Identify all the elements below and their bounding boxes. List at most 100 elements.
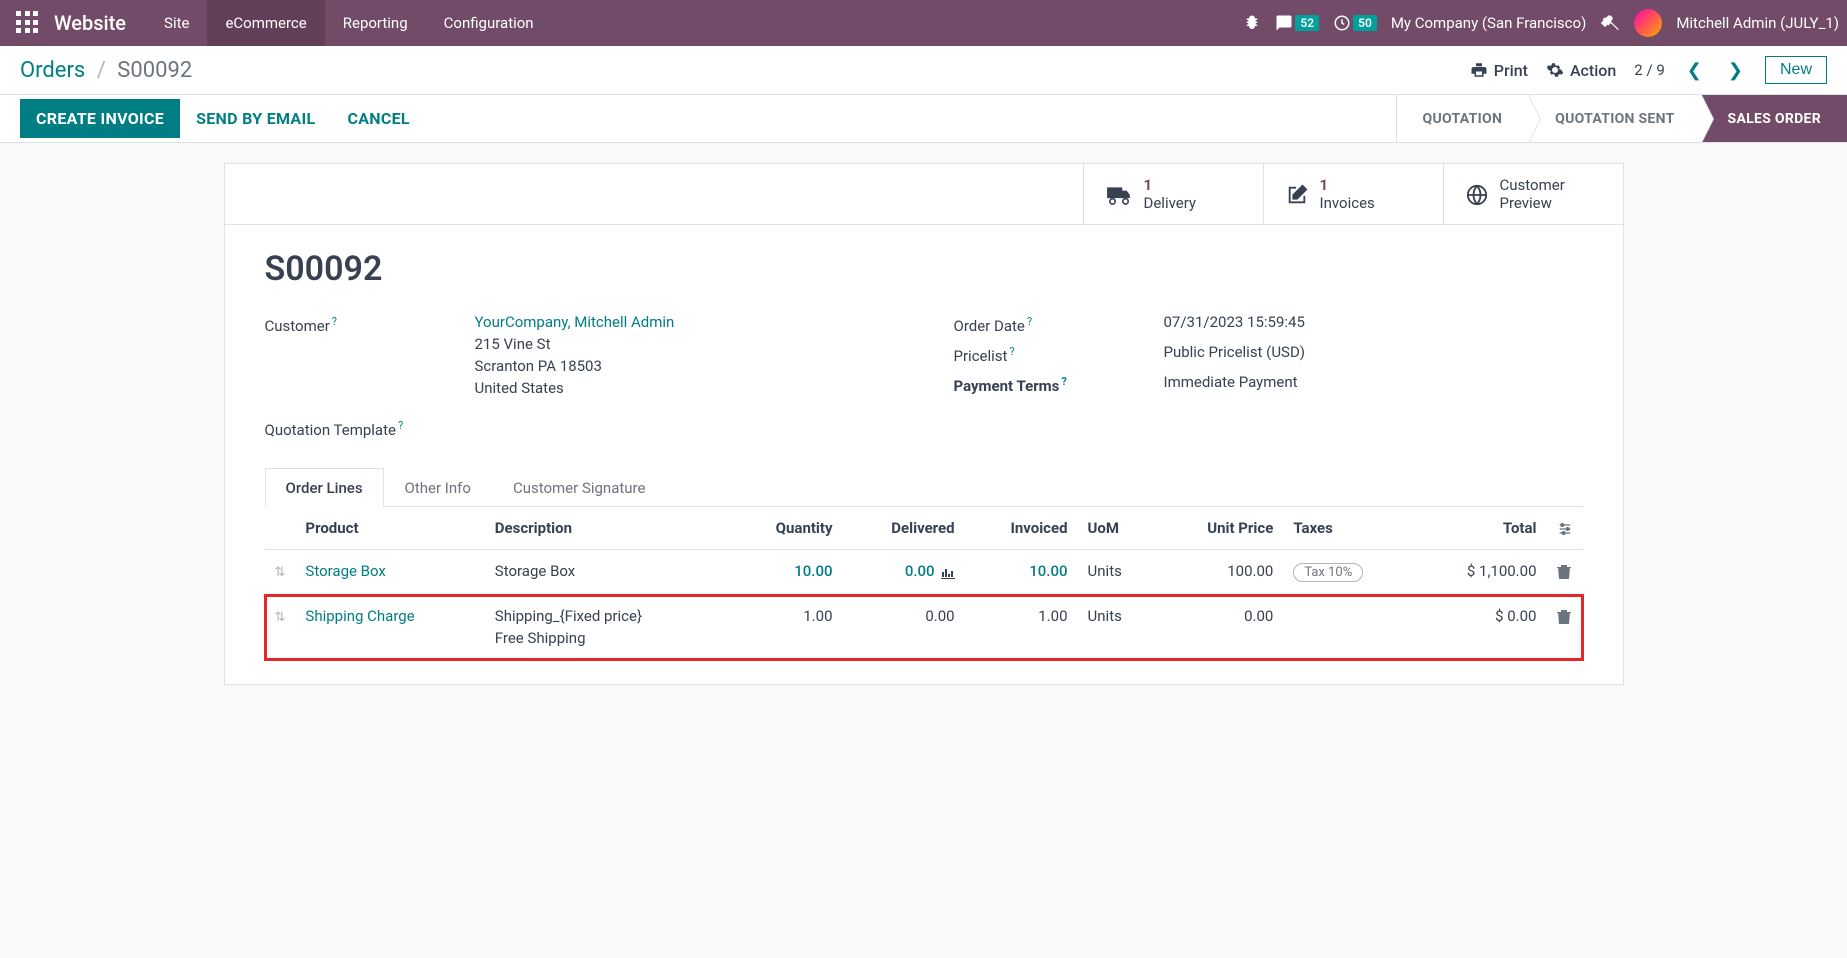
status-step-sales-order[interactable]: SALES ORDER (1701, 95, 1847, 142)
tools-icon[interactable] (1600, 13, 1620, 33)
globe-icon (1466, 182, 1488, 207)
order-date-label: Order Date? (954, 313, 1164, 335)
line-delivered[interactable]: 0.00 (843, 595, 965, 660)
help-icon[interactable]: ? (398, 419, 403, 432)
line-delivered[interactable]: 0.00 (843, 550, 965, 595)
col-product[interactable]: Product (295, 507, 484, 550)
apps-icon[interactable] (16, 11, 40, 35)
help-icon[interactable]: ? (332, 315, 337, 328)
messages-icon[interactable]: 52 (1275, 14, 1319, 32)
nav-item-ecommerce[interactable]: eCommerce (207, 0, 324, 46)
breadcrumb-root[interactable]: Orders (20, 58, 85, 83)
stat-delivery[interactable]: 1 Delivery (1083, 164, 1263, 224)
line-total: $ 0.00 (1415, 595, 1546, 660)
col-total[interactable]: Total (1415, 507, 1546, 550)
customer-addr3: United States (475, 379, 675, 397)
customer-name[interactable]: YourCompany, Mitchell Admin (475, 313, 675, 331)
options-icon[interactable] (1557, 519, 1573, 537)
pager-prev[interactable]: ❮ (1683, 60, 1706, 81)
line-invoiced[interactable]: 10.00 (965, 550, 1078, 595)
col-unit-price[interactable]: Unit Price (1157, 507, 1283, 550)
stat-invoices[interactable]: 1 Invoices (1263, 164, 1443, 224)
quotation-template-label: Quotation Template? (265, 417, 475, 439)
top-navbar: Website SiteeCommerceReportingConfigurat… (0, 0, 1847, 46)
col-uom[interactable]: UoM (1078, 507, 1158, 550)
col-invoiced[interactable]: Invoiced (965, 507, 1078, 550)
pricelist-value[interactable]: Public Pricelist (USD) (1164, 343, 1306, 361)
nav-item-configuration[interactable]: Configuration (426, 0, 552, 46)
line-description-sub: Free Shipping (495, 629, 720, 647)
order-line-row[interactable]: ⇅Storage BoxStorage Box10.000.0010.00Uni… (265, 550, 1583, 595)
record-sheet: 1 Delivery 1 Invoices Customer Preview (224, 163, 1624, 685)
pricelist-label: Pricelist? (954, 343, 1164, 365)
cancel-button[interactable]: CANCEL (331, 99, 425, 138)
customer-addr1: 215 Vine St (475, 335, 675, 353)
edit-icon (1286, 182, 1308, 207)
drag-handle-icon[interactable]: ⇅ (275, 610, 286, 625)
line-product[interactable]: Shipping Charge (295, 595, 484, 660)
customer-label: Customer? (265, 313, 475, 335)
send-email-button[interactable]: SEND BY EMAIL (180, 99, 331, 138)
line-taxes[interactable]: Tax 10% (1283, 550, 1415, 595)
line-description[interactable]: Shipping_{Fixed price}Free Shipping (485, 595, 730, 660)
line-uom[interactable]: Units (1078, 550, 1158, 595)
debug-icon[interactable] (1243, 14, 1261, 32)
tabs: Order LinesOther InfoCustomer Signature (265, 467, 1583, 507)
line-taxes[interactable] (1283, 595, 1415, 660)
line-description[interactable]: Storage Box (485, 550, 730, 595)
chart-icon[interactable] (941, 565, 955, 580)
order-date-value[interactable]: 07/31/2023 15:59:45 (1164, 313, 1305, 331)
action-label: Action (1570, 61, 1616, 80)
action-button[interactable]: Action (1546, 61, 1616, 80)
line-product[interactable]: Storage Box (295, 550, 484, 595)
activities-badge: 50 (1353, 15, 1377, 31)
print-icon (1470, 61, 1488, 79)
tab-customer-signature[interactable]: Customer Signature (492, 468, 667, 507)
col-taxes[interactable]: Taxes (1283, 507, 1415, 550)
breadcrumb: Orders / S00092 (20, 58, 192, 83)
trash-icon[interactable] (1557, 562, 1571, 580)
activities-icon[interactable]: 50 (1333, 14, 1377, 32)
tab-other-info[interactable]: Other Info (384, 468, 492, 507)
help-icon[interactable]: ? (1027, 315, 1032, 328)
line-unit-price[interactable]: 100.00 (1157, 550, 1283, 595)
help-icon[interactable]: ? (1061, 375, 1066, 388)
col-delivered[interactable]: Delivered (843, 507, 965, 550)
gear-icon (1546, 61, 1564, 79)
tab-order-lines[interactable]: Order Lines (265, 468, 384, 507)
stat-customer-preview[interactable]: Customer Preview (1443, 164, 1623, 224)
company-selector[interactable]: My Company (San Francisco) (1391, 14, 1586, 32)
status-step-quotation[interactable]: QUOTATION (1396, 95, 1529, 142)
delivery-label: Delivery (1144, 194, 1197, 212)
status-step-quotation-sent[interactable]: QUOTATION SENT (1528, 95, 1700, 142)
line-quantity[interactable]: 1.00 (730, 595, 843, 660)
line-invoiced[interactable]: 1.00 (965, 595, 1078, 660)
truck-icon (1106, 182, 1132, 206)
line-quantity[interactable]: 10.00 (730, 550, 843, 595)
pager-next[interactable]: ❯ (1724, 60, 1747, 81)
help-icon[interactable]: ? (1009, 345, 1014, 358)
order-line-row[interactable]: ⇅ Shipping ChargeShipping_{Fixed price}Fr… (265, 595, 1583, 660)
control-bar: Orders / S00092 Print Action 2 / 9 ❮ ❯ N… (0, 46, 1847, 95)
col-description[interactable]: Description (485, 507, 730, 550)
nav-item-reporting[interactable]: Reporting (325, 0, 426, 46)
line-total: $ 1,100.00 (1415, 550, 1546, 595)
tax-pill[interactable]: Tax 10% (1293, 563, 1363, 582)
record-title: S00092 (265, 249, 1583, 289)
customer-addr2: Scranton PA 18503 (475, 357, 675, 375)
brand-title[interactable]: Website (54, 11, 126, 35)
drag-handle-icon[interactable]: ⇅ (275, 565, 286, 580)
nav-item-site[interactable]: Site (146, 0, 207, 46)
user-name[interactable]: Mitchell Admin (JULY_1) (1676, 14, 1839, 32)
col-quantity[interactable]: Quantity (730, 507, 843, 550)
trash-icon[interactable] (1557, 607, 1571, 625)
print-button[interactable]: Print (1470, 61, 1528, 80)
new-button[interactable]: New (1765, 56, 1827, 84)
payment-terms-value[interactable]: Immediate Payment (1164, 373, 1298, 391)
line-uom[interactable]: Units (1078, 595, 1158, 660)
breadcrumb-separator: / (97, 58, 106, 83)
create-invoice-button[interactable]: CREATE INVOICE (20, 99, 180, 138)
user-avatar[interactable] (1634, 9, 1662, 37)
invoice-label: Invoices (1320, 194, 1375, 212)
line-unit-price[interactable]: 0.00 (1157, 595, 1283, 660)
